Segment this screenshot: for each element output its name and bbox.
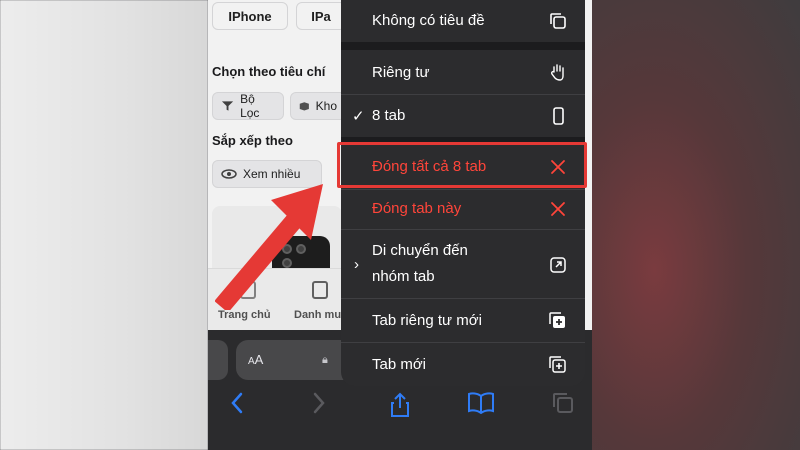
tab-context-menu: Không có tiêu đề Riêng tư ✓ 8 tab Đóng t… xyxy=(341,0,585,386)
blurred-background-left xyxy=(0,0,208,450)
hand-icon xyxy=(551,64,564,81)
move-icon xyxy=(550,257,566,273)
menu-item-label: Di chuyển đến xyxy=(372,242,468,259)
annotation-arrow-icon xyxy=(215,184,323,310)
menu-group-separator xyxy=(341,42,585,50)
chevron-right-icon xyxy=(313,392,325,414)
menu-item-move-to-tab-group[interactable]: › Di chuyển đến nhóm tab xyxy=(341,230,585,298)
checkmark-icon: ✓ xyxy=(352,108,365,125)
phone-icon xyxy=(553,107,564,125)
menu-item-label: Đóng tab này xyxy=(372,200,462,217)
back-button[interactable] xyxy=(222,392,252,422)
tabs-button[interactable] xyxy=(548,392,578,422)
tabs-icon xyxy=(553,393,573,413)
bookmarks-button[interactable] xyxy=(466,392,496,422)
menu-item-new-tab[interactable]: Tab mới xyxy=(341,343,585,386)
menu-item-label: 8 tab xyxy=(372,107,406,124)
chevron-left-icon xyxy=(231,392,243,414)
menu-item-label: Tab mới xyxy=(372,356,427,373)
menu-item-label: Tab riêng tư mới xyxy=(372,312,482,329)
text-size-button[interactable]: AA xyxy=(248,352,263,367)
copy-icon xyxy=(550,13,566,29)
menu-item-label: Riêng tư xyxy=(372,64,430,81)
blurred-background-right xyxy=(592,0,800,450)
menu-item-untitled[interactable]: Không có tiêu đề xyxy=(341,0,585,40)
book-icon xyxy=(468,392,494,415)
close-icon xyxy=(551,202,565,216)
share-button[interactable] xyxy=(385,392,415,422)
annotation-highlight-box xyxy=(337,142,587,188)
lock-icon: 🔒︎ xyxy=(322,354,328,366)
forward-button[interactable] xyxy=(304,392,334,422)
menu-item-new-private-tab[interactable]: Tab riêng tư mới xyxy=(341,299,585,341)
chevron-right-icon: › xyxy=(354,256,359,273)
menu-item-label-line2: nhóm tab xyxy=(372,268,435,285)
menu-item-private[interactable]: Riêng tư xyxy=(341,50,585,94)
text-size-label: A xyxy=(254,352,264,367)
menu-item-close-this-tab[interactable]: Đóng tab này xyxy=(341,190,585,228)
new-private-tab-icon xyxy=(549,312,565,328)
share-icon xyxy=(391,392,409,417)
menu-item-label: Không có tiêu đề xyxy=(372,12,485,29)
menu-item-8-tabs[interactable]: ✓ 8 tab xyxy=(341,95,585,137)
previous-tab-pill[interactable] xyxy=(208,340,228,380)
new-tab-icon xyxy=(549,356,566,373)
